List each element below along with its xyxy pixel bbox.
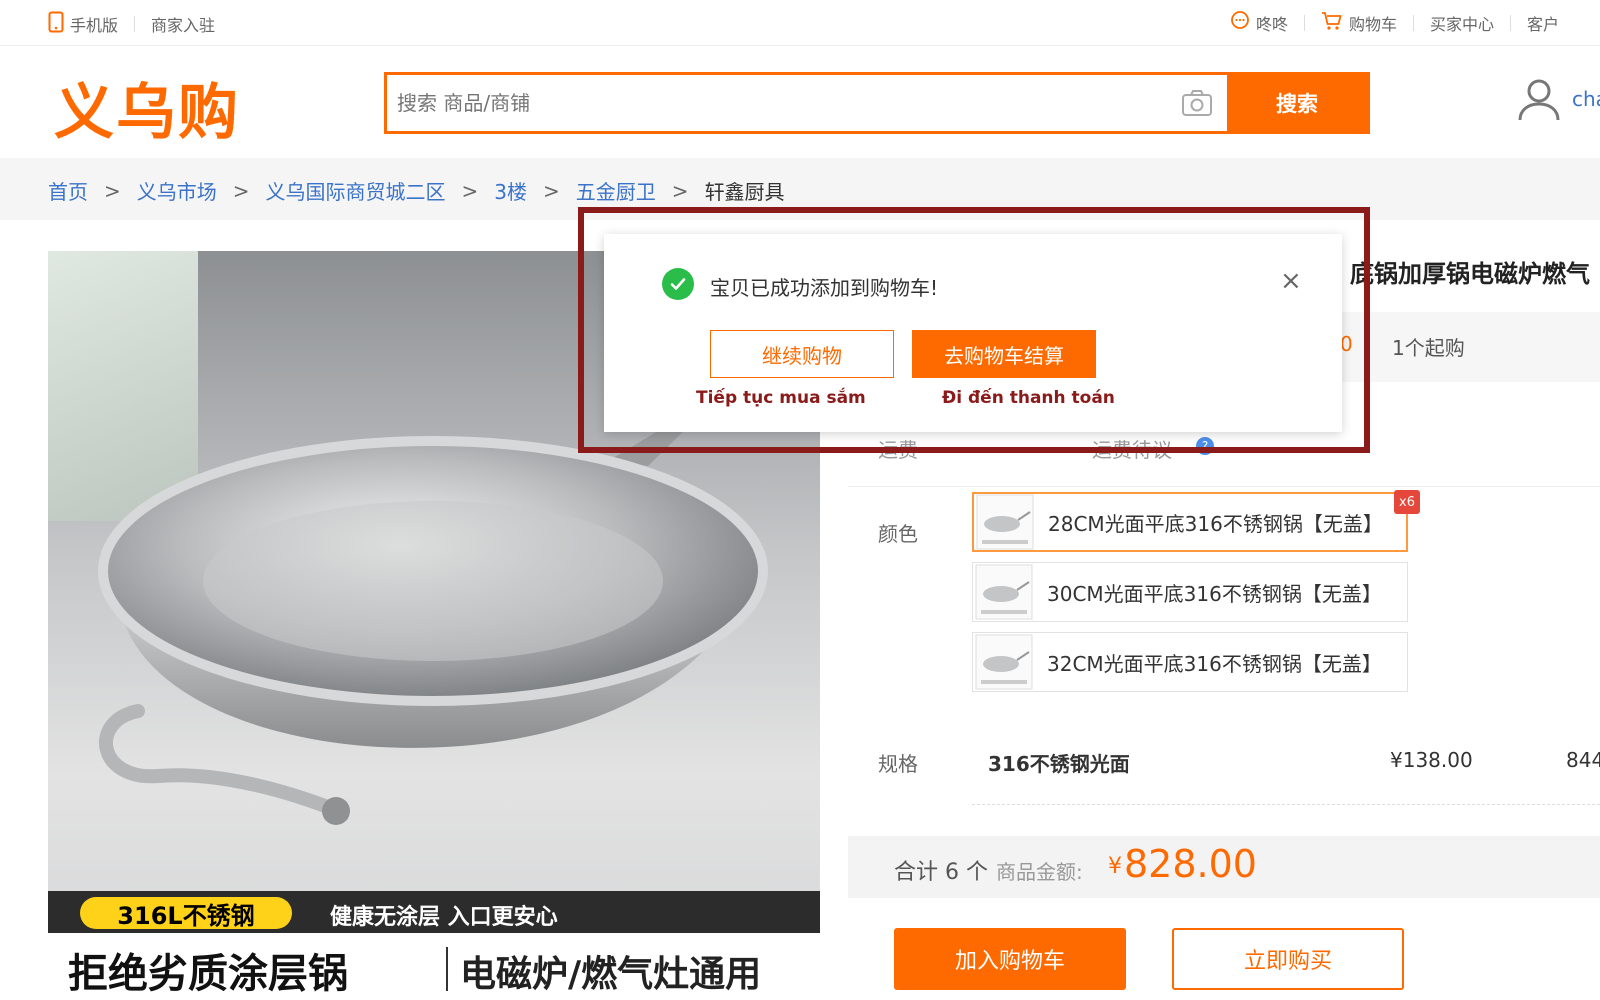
- color-option[interactable]: 30CM光面平底316不锈钢锅【无盖】: [972, 562, 1408, 622]
- continue-shopping-button[interactable]: 继续购物: [710, 330, 894, 378]
- product-title: 底锅加厚锅电磁炉燃气: [1350, 260, 1590, 288]
- user-icon: [1518, 79, 1560, 121]
- search-button[interactable]: 搜索: [1227, 75, 1367, 131]
- check-icon: [662, 268, 694, 300]
- user-name[interactable]: cha: [1572, 87, 1600, 111]
- total-count: 合计 6 个: [894, 860, 988, 885]
- checkout-button[interactable]: 去购物车结算: [912, 330, 1096, 378]
- phone-icon: [48, 11, 64, 37]
- top-bar-right: 咚咚 购物车 买家中心 客户: [1230, 11, 1559, 35]
- page: 手机版 商家入驻 咚咚 购物车 买家中心 客户 义乌购 搜索 商品/商铺 搜索 …: [0, 0, 1600, 1000]
- add-to-cart-dialog: 宝贝已成功添加到购物车! × 继续购物 去购物车结算 Tiếp tục mua …: [604, 234, 1342, 432]
- breadcrumb-floor[interactable]: 3楼: [494, 176, 527, 205]
- cart-link[interactable]: 购物车: [1349, 11, 1397, 35]
- color-option-label: 30CM光面平底316不锈钢锅【无盖】: [1047, 581, 1382, 606]
- breadcrumb-separator: >: [232, 178, 250, 203]
- color-option[interactable]: 32CM光面平底316不锈钢锅【无盖】: [972, 632, 1408, 692]
- breadcrumb-market[interactable]: 义乌市场: [137, 176, 217, 205]
- top-bar-left: 手机版 商家入驻: [48, 11, 215, 37]
- divider: [848, 486, 1600, 487]
- breadcrumb-separator: >: [671, 178, 689, 203]
- breadcrumb-separator: >: [461, 178, 479, 203]
- header: 义乌购 搜索 cha: [0, 46, 1600, 158]
- divider: [972, 804, 1600, 805]
- slogan-divider: [446, 947, 448, 991]
- option-thumbnail: [976, 494, 1034, 550]
- breadcrumb-district[interactable]: 义乌国际商贸城二区: [266, 176, 446, 205]
- option-thumbnail: [975, 634, 1033, 690]
- search-input[interactable]: [387, 75, 1167, 131]
- site-logo[interactable]: 义乌购: [54, 64, 240, 151]
- total-amount: 828.00: [1124, 842, 1257, 886]
- search-bar: 搜索: [384, 72, 1370, 134]
- divider: [1510, 15, 1512, 31]
- continue-caption: Tiếp tục mua sắm: [696, 388, 866, 408]
- user-menu[interactable]: cha: [1516, 76, 1600, 122]
- breadcrumb-category[interactable]: 五金厨卫: [576, 176, 656, 205]
- cart-icon: [1321, 11, 1343, 35]
- option-thumbnail: [975, 564, 1033, 620]
- slogan-left: 拒绝劣质涂层锅: [68, 951, 348, 997]
- spec-price: ¥138.00: [1390, 748, 1473, 772]
- slogan-right: 电磁炉/燃气灶通用: [460, 954, 762, 995]
- color-option[interactable]: 28CM光面平底316不锈钢锅【无盖】: [972, 492, 1408, 552]
- spec-name: 316不锈钢光面: [988, 752, 1130, 776]
- success-message: 宝贝已成功添加到购物车!: [710, 276, 939, 300]
- buy-now-button[interactable]: 立即购买: [1172, 928, 1404, 990]
- breadcrumb-separator: >: [104, 178, 121, 203]
- currency-symbol: ¥: [1108, 854, 1122, 879]
- dongdong-link[interactable]: 咚咚: [1256, 11, 1288, 35]
- camera-icon[interactable]: [1167, 75, 1227, 131]
- add-to-cart-button[interactable]: 加入购物车: [894, 928, 1126, 990]
- divider: [134, 16, 136, 32]
- service-link[interactable]: 客户: [1527, 11, 1559, 35]
- quantity-badge: x6: [1394, 490, 1420, 514]
- feature-text: 健康无涂层 入口更安心: [330, 905, 558, 930]
- spec-label: 规格: [878, 752, 918, 776]
- spec-stock: 844: [1566, 748, 1600, 772]
- total-bar: 合计 6 个 商品金额: ¥ 828.00: [848, 836, 1600, 898]
- checkout-caption: Đi đến thanh toán: [942, 388, 1115, 408]
- buyer-center-link[interactable]: 买家中心: [1430, 11, 1494, 35]
- breadcrumb-separator: >: [543, 178, 560, 203]
- material-tag: 316L不锈钢: [80, 897, 292, 930]
- top-bar: 手机版 商家入驻 咚咚 购物车 买家中心 客户: [0, 0, 1600, 46]
- divider: [1413, 15, 1415, 31]
- divider: [1304, 15, 1306, 31]
- min-order: 1个起购: [1392, 336, 1465, 360]
- close-icon[interactable]: ×: [1280, 266, 1302, 296]
- breadcrumb-current: 轩鑫厨具: [704, 180, 785, 204]
- mobile-link[interactable]: 手机版: [70, 12, 118, 36]
- color-option-label: 32CM光面平底316不锈钢锅【无盖】: [1047, 651, 1382, 676]
- amount-label: 商品金额:: [996, 860, 1083, 884]
- color-option-label: 28CM光面平底316不锈钢锅【无盖】: [1048, 511, 1383, 536]
- merchant-link[interactable]: 商家入驻: [151, 12, 215, 36]
- chat-icon: [1230, 11, 1250, 35]
- color-label: 颜色: [878, 522, 918, 546]
- breadcrumb-home[interactable]: 首页: [48, 176, 88, 205]
